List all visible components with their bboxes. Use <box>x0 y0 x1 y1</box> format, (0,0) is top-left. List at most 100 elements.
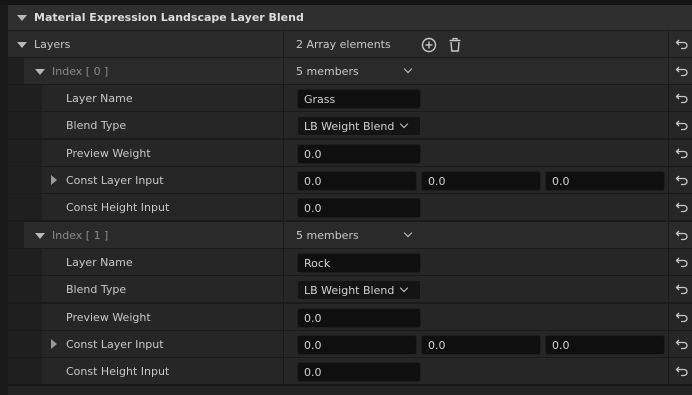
const-layer-input-x[interactable] <box>297 171 417 191</box>
reset-to-default-icon[interactable] <box>675 147 689 159</box>
blend-type-dropdown[interactable]: LB Weight Blend <box>297 280 421 300</box>
layer-name-input[interactable] <box>297 253 421 273</box>
column-divider <box>283 58 284 84</box>
plus-circle-icon[interactable] <box>421 37 437 53</box>
indent-guide <box>24 85 42 111</box>
const-layer-input-y[interactable] <box>421 171 541 191</box>
reset-column <box>668 31 692 57</box>
category-header[interactable]: Material Expression Landscape Layer Blen… <box>8 5 692 31</box>
property-label: Preview Weight <box>66 147 151 160</box>
property-label: Preview Weight <box>66 311 151 324</box>
layer-name-input[interactable] <box>297 89 421 109</box>
property-row: Preview Weight <box>8 140 692 167</box>
category-title: Material Expression Landscape Layer Blen… <box>34 11 304 24</box>
property-row: Blend Type LB Weight Blend <box>8 276 692 303</box>
reset-to-default-icon[interactable] <box>675 365 689 377</box>
reset-to-default-icon[interactable] <box>675 256 689 268</box>
column-divider <box>283 167 284 193</box>
property-row: Layer Name <box>8 249 692 276</box>
blend-type-value: LB Weight Blend <box>304 120 395 133</box>
reset-column <box>668 112 692 138</box>
indent-guide <box>8 249 24 275</box>
property-label: Layer Name <box>66 92 133 105</box>
column-divider <box>283 222 284 248</box>
reset-column <box>668 85 692 111</box>
array-index-row: Index [ 1 ] 5 members <box>8 222 692 249</box>
chevron-down-icon[interactable] <box>403 64 413 74</box>
members-count: 5 members <box>296 65 359 78</box>
property-label: Blend Type <box>66 119 127 132</box>
index-expand-arrow-icon[interactable] <box>35 69 45 75</box>
column-divider <box>283 140 284 166</box>
trash-icon[interactable] <box>447 37 463 53</box>
reset-column <box>668 331 692 357</box>
const-height-input[interactable] <box>297 362 421 382</box>
indent-guide <box>24 304 42 330</box>
property-row: Layer Name <box>8 85 692 112</box>
reset-to-default-icon[interactable] <box>675 174 689 186</box>
property-row: Const Layer Input <box>8 331 692 358</box>
index-label: Index [ 0 ] <box>52 65 109 78</box>
const-layer-input-y[interactable] <box>421 335 541 355</box>
column-divider <box>283 31 284 57</box>
layers-expand-arrow-icon[interactable] <box>17 42 27 48</box>
reset-to-default-icon[interactable] <box>675 92 689 104</box>
property-label: Const Layer Input <box>66 174 164 187</box>
property-row: Const Layer Input <box>8 167 692 194</box>
reset-to-default-icon[interactable] <box>675 38 689 50</box>
const-layer-input-z[interactable] <box>545 335 665 355</box>
reset-column <box>668 249 692 275</box>
reset-to-default-icon[interactable] <box>675 311 689 323</box>
index-expand-arrow-icon[interactable] <box>35 233 45 239</box>
property-row: Const Height Input <box>8 358 692 385</box>
const-layer-input-z[interactable] <box>545 171 665 191</box>
indent-guide <box>8 331 24 357</box>
indent-guide <box>24 358 42 384</box>
array-count: 2 Array elements <box>296 38 391 51</box>
property-row: Blend Type LB Weight Blend <box>8 112 692 139</box>
indent-guide <box>8 358 24 384</box>
blend-type-dropdown[interactable]: LB Weight Blend <box>297 116 421 136</box>
reset-column <box>668 194 692 220</box>
reset-to-default-icon[interactable] <box>675 65 689 77</box>
indent-guide <box>8 112 24 138</box>
reset-column <box>668 304 692 330</box>
column-divider <box>283 331 284 357</box>
chevron-down-icon[interactable] <box>403 228 413 238</box>
blend-type-value: LB Weight Blend <box>304 284 395 297</box>
column-divider <box>283 249 284 275</box>
reset-to-default-icon[interactable] <box>675 201 689 213</box>
indent-guide <box>8 140 24 166</box>
indent-guide <box>8 304 24 330</box>
expand-arrow-icon[interactable] <box>51 339 57 349</box>
indent-guide <box>24 249 42 275</box>
indent-guide <box>8 85 24 111</box>
indent-guide <box>24 167 42 193</box>
indent-guide <box>8 194 24 220</box>
property-label: Const Height Input <box>66 365 170 378</box>
column-divider <box>283 358 284 384</box>
preview-weight-input[interactable] <box>297 144 421 164</box>
chevron-down-icon <box>399 283 409 293</box>
collapse-arrow-icon[interactable] <box>17 15 27 21</box>
panel-bottom <box>8 386 692 395</box>
members-count: 5 members <box>296 229 359 242</box>
reset-to-default-icon[interactable] <box>675 119 689 131</box>
column-divider <box>283 194 284 220</box>
const-height-input[interactable] <box>297 198 421 218</box>
reset-to-default-icon[interactable] <box>675 229 689 241</box>
indent-guide <box>8 58 24 84</box>
expand-arrow-icon[interactable] <box>51 175 57 185</box>
indent-guide <box>8 222 24 248</box>
reset-to-default-icon[interactable] <box>675 338 689 350</box>
const-layer-input-x[interactable] <box>297 335 417 355</box>
reset-column <box>668 358 692 384</box>
chevron-down-icon <box>399 119 409 129</box>
reset-to-default-icon[interactable] <box>675 283 689 295</box>
indent-guide <box>24 276 42 302</box>
layers-label: Layers <box>34 38 71 51</box>
preview-weight-input[interactable] <box>297 308 421 328</box>
indent-guide <box>24 140 42 166</box>
column-divider <box>283 112 284 138</box>
layers-row: Layers 2 Array elements <box>8 31 692 58</box>
